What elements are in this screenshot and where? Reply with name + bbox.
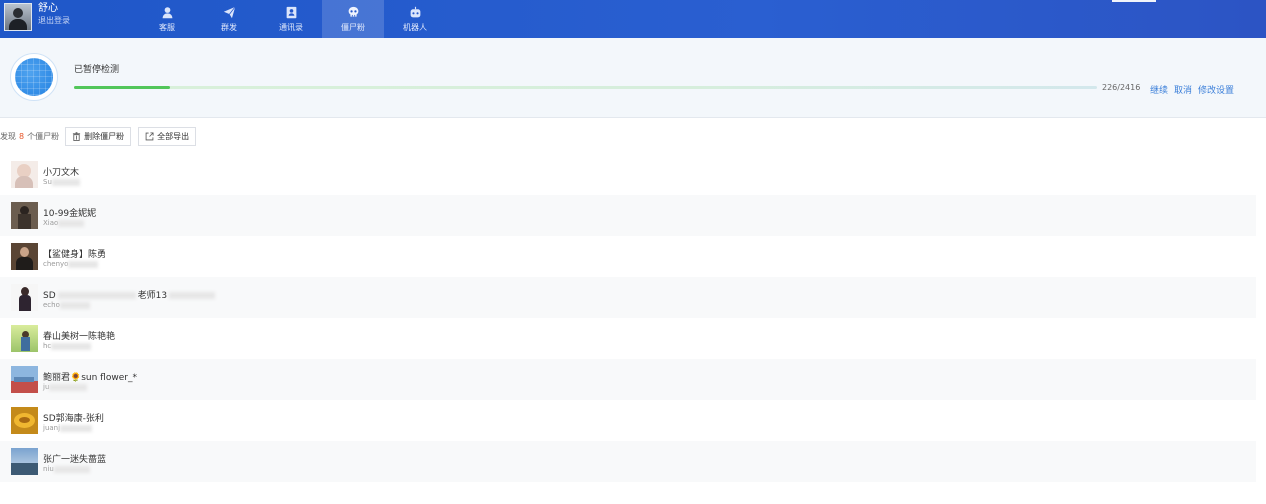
contact-id: Su <box>43 178 80 186</box>
contact-name-text: SD <box>43 291 56 301</box>
nav-tab-contacts[interactable]: 通讯录 <box>260 0 322 38</box>
nav-tab-zombie-fans[interactable]: 僵尸粉 <box>322 0 384 38</box>
avatar <box>11 366 38 393</box>
top-nav-bar: 舒心 退出登录 客服 群发 通讯录 僵尸粉 机器人 <box>0 0 1266 38</box>
list-item[interactable]: 鲍丽君🌻sun flower_* ju <box>0 359 1256 400</box>
cancel-button[interactable]: 取消 <box>1174 83 1192 96</box>
nav-tab-mass-send[interactable]: 群发 <box>198 0 260 38</box>
nav-label: 客服 <box>159 22 175 32</box>
avatar <box>11 284 38 311</box>
list-item[interactable]: 10-99金妮妮 Xiao <box>0 195 1256 236</box>
continue-button[interactable]: 继续 <box>1150 83 1168 96</box>
avatar <box>11 448 38 475</box>
contact-id-text: juanj <box>43 424 61 432</box>
export-all-button[interactable]: 全部导出 <box>138 126 197 146</box>
contact-id-text: Xiao <box>43 219 59 227</box>
nav-label: 群发 <box>221 22 237 32</box>
list-item[interactable]: SD郭海康-张利 juanj <box>0 400 1256 441</box>
contact-id: hc <box>43 342 92 350</box>
contact-id: Xiao <box>43 219 85 227</box>
contact-id: echo <box>43 301 90 309</box>
contact-name: 【鲨健身】陈勇 <box>43 250 107 260</box>
found-suffix: 个僵尸粉 <box>27 131 60 141</box>
contact-id: chenyo <box>43 260 99 268</box>
window-control-strip <box>1112 0 1156 2</box>
avatar <box>11 243 38 270</box>
user-avatar[interactable] <box>4 3 32 31</box>
result-toolbar: 发现 8 个僵尸粉 删除僵尸粉 全部导出 <box>0 126 203 146</box>
contact-id: ju <box>43 383 88 391</box>
avatar <box>11 325 38 352</box>
contact-name: 张广一迷失蔷蓝 <box>43 455 107 465</box>
avatar <box>11 407 38 434</box>
contact-name: 春山美树一陈艳艳 <box>43 332 116 342</box>
avatar <box>11 202 38 229</box>
robot-icon <box>410 6 420 17</box>
contacts-icon <box>286 6 296 18</box>
contact-name: 10-99金妮妮 <box>43 209 97 219</box>
nav-label: 机器人 <box>403 22 427 32</box>
export-label: 全部导出 <box>157 131 190 141</box>
main-nav: 客服 群发 通讯录 僵尸粉 机器人 <box>136 0 446 38</box>
contact-id-text: echo <box>43 301 60 309</box>
found-count: 8 <box>19 131 25 141</box>
found-prefix: 发现 <box>0 131 16 141</box>
list-item[interactable]: 小刀文木 Su <box>0 154 1256 195</box>
list-item[interactable]: 张广一迷失蔷蓝 niu <box>0 441 1256 482</box>
skull-icon <box>348 6 358 17</box>
contact-id: juanj <box>43 424 93 432</box>
contact-name: SD 老师13 <box>43 288 216 301</box>
logout-link[interactable]: 退出登录 <box>38 15 70 27</box>
delete-zombie-fans-button[interactable]: 删除僵尸粉 <box>65 126 132 146</box>
progress-bar <box>74 86 1097 89</box>
contact-id-text: niu <box>43 465 54 473</box>
nav-tab-robot[interactable]: 机器人 <box>384 0 446 38</box>
trash-icon <box>72 131 81 141</box>
found-summary: 发现 8 个僵尸粉 <box>0 131 59 142</box>
contact-name: 鲍丽君🌻sun flower_* <box>43 373 137 383</box>
list-item[interactable]: 【鲨健身】陈勇 chenyo <box>0 236 1256 277</box>
delete-label: 删除僵尸粉 <box>84 131 125 141</box>
radar-scan-icon <box>10 53 58 101</box>
user-name: 舒心 <box>38 3 58 14</box>
contact-name: 小刀文木 <box>43 168 80 178</box>
contact-name: SD郭海康-张利 <box>43 414 104 424</box>
contact-id-text: chenyo <box>43 260 69 268</box>
export-icon <box>145 131 154 140</box>
contact-name-suffix: 老师13 <box>137 291 168 301</box>
zombie-fan-list: 小刀文木 Su 10-99金妮妮 Xiao 【鲨健身】陈勇 chenyo SD 老… <box>0 154 1256 482</box>
contact-id-text: Su <box>43 178 52 186</box>
customer-service-icon <box>162 6 172 18</box>
list-item[interactable]: 春山美树一陈艳艳 hc <box>0 318 1256 359</box>
contact-id: niu <box>43 465 90 473</box>
detection-status: 已暂停检测 <box>74 65 120 75</box>
list-item[interactable]: SD 老师13 echo <box>0 277 1256 318</box>
progress-fill <box>74 86 170 89</box>
nav-label: 通讯录 <box>279 22 303 32</box>
user-profile: 舒心 退出登录 <box>4 3 70 31</box>
send-icon <box>223 6 236 18</box>
contact-id-text: hc <box>43 342 52 350</box>
avatar <box>11 161 38 188</box>
detection-panel: 已暂停检测 226/2416 继续 取消 修改设置 <box>0 38 1266 118</box>
progress-count: 226/2416 <box>1102 83 1141 92</box>
nav-tab-customer-service[interactable]: 客服 <box>136 0 198 38</box>
nav-label: 僵尸粉 <box>341 22 365 32</box>
modify-settings-button[interactable]: 修改设置 <box>1198 83 1234 96</box>
